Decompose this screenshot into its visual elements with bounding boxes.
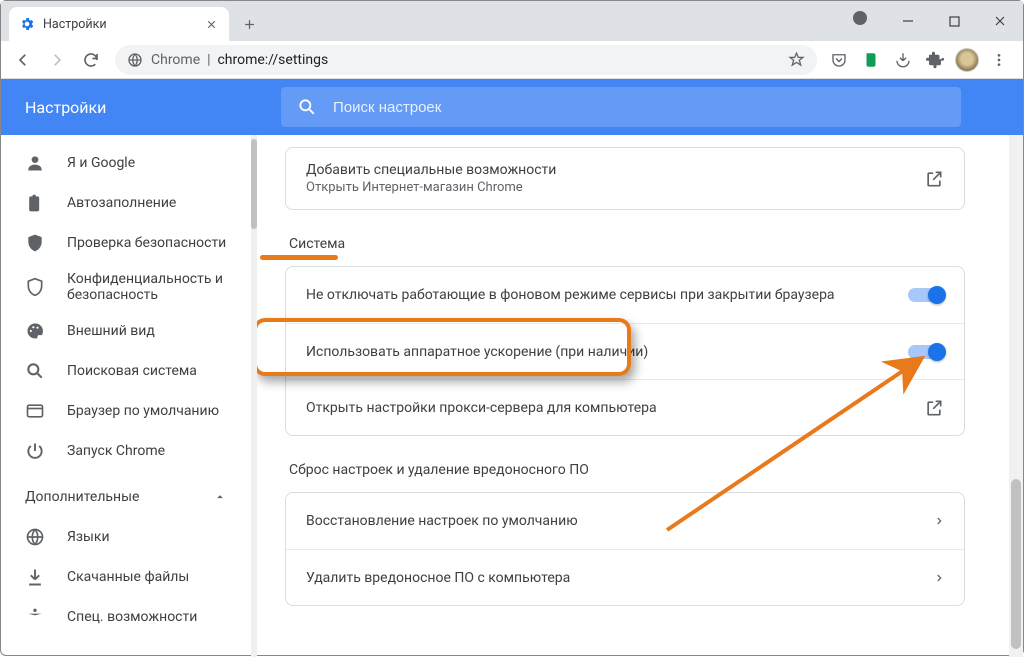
highlight-underline <box>260 255 338 260</box>
window-controls <box>885 1 1023 41</box>
sidebar-advanced-toggle[interactable]: Дополнительные <box>1 477 251 517</box>
sidebar-item-people[interactable]: Я и Google <box>1 143 251 183</box>
sidebar-item-safety[interactable]: Проверка безопасности <box>1 223 251 263</box>
accessibility-icon <box>25 607 45 627</box>
clipboard-icon <box>25 193 45 213</box>
globe-icon <box>25 527 45 547</box>
browser-toolbar: Chrome | chrome://settings <box>1 41 1023 79</box>
window-titlebar: Настройки <box>1 1 1023 41</box>
chrome-menu-button[interactable] <box>985 46 1013 74</box>
person-icon <box>25 153 45 173</box>
sidebar-item-label: Спец. возможности <box>67 609 197 625</box>
settings-main: Добавить специальные возможности Открыть… <box>257 135 1023 657</box>
system-card: Не отключать работающие в фоновом режиме… <box>285 266 965 436</box>
shield-check-icon <box>25 233 45 253</box>
forward-button[interactable] <box>41 44 73 76</box>
evernote-icon[interactable] <box>857 46 885 74</box>
search-input[interactable] <box>333 99 945 116</box>
row-subtitle: Открыть Интернет-магазин Chrome <box>306 180 912 195</box>
sidebar-item-label: Автозаполнение <box>67 195 176 211</box>
download-icon[interactable] <box>889 46 917 74</box>
sidebar-item-downloads[interactable]: Скачанные файлы <box>1 557 251 597</box>
row-label: Использовать аппаратное ускорение (при н… <box>306 344 908 360</box>
site-info-icon[interactable] <box>127 52 143 68</box>
row-label: Не отключать работающие в фоновом режиме… <box>306 287 908 303</box>
sidebar-item-label: Конфиденциальность и безопасность <box>67 271 227 303</box>
open-external-icon <box>924 398 944 418</box>
palette-icon <box>25 321 45 341</box>
reset-card: Восстановление настроек по умолчанию Уда… <box>285 492 965 606</box>
sidebar-item-label: Скачанные файлы <box>67 569 189 585</box>
main-scrollbar[interactable] <box>1009 135 1023 657</box>
back-button[interactable] <box>7 44 39 76</box>
page-title: Настройки <box>1 98 281 117</box>
tab-title: Настройки <box>43 17 203 32</box>
url-text: Chrome | chrome://settings <box>151 52 328 68</box>
sidebar-item-search[interactable]: Поисковая система <box>1 351 251 391</box>
chevron-up-icon <box>213 490 227 504</box>
profile-avatar[interactable] <box>953 46 981 74</box>
shield-icon <box>25 277 45 297</box>
toggle-hardware-acceleration[interactable] <box>908 345 944 359</box>
reset-section-heading: Сброс настроек и удаление вредоносного П… <box>289 462 965 478</box>
row-hardware-acceleration[interactable]: Использовать аппаратное ускорение (при н… <box>286 323 964 379</box>
sidebar-item-accessibility[interactable]: Спец. возможности <box>1 597 251 637</box>
system-section-heading: Система <box>289 236 965 252</box>
settings-header: Настройки <box>1 79 1023 135</box>
sidebar-item-languages[interactable]: Языки <box>1 517 251 557</box>
close-window-button[interactable] <box>977 1 1023 41</box>
row-label: Восстановление настроек по умолчанию <box>306 513 934 529</box>
row-label: Открыть настройки прокси-сервера для ком… <box>306 400 912 416</box>
bookmark-icon[interactable] <box>788 51 805 68</box>
close-tab-icon[interactable] <box>203 16 219 32</box>
sidebar-item-label: Запуск Chrome <box>67 443 165 459</box>
maximize-button[interactable] <box>931 1 977 41</box>
row-add-accessibility[interactable]: Добавить специальные возможности Открыть… <box>286 148 964 209</box>
search-icon <box>297 97 317 117</box>
minimize-button[interactable] <box>885 1 931 41</box>
row-proxy-settings[interactable]: Открыть настройки прокси-сервера для ком… <box>286 379 964 435</box>
chevron-right-icon <box>934 514 944 528</box>
accessibility-card: Добавить специальные возможности Открыть… <box>285 147 965 210</box>
settings-sidebar: Я и Google Автозаполнение Проверка безоп… <box>1 135 251 657</box>
sidebar-item-label: Поисковая система <box>67 363 197 379</box>
open-external-icon <box>924 169 944 189</box>
pocket-icon[interactable] <box>825 46 853 74</box>
chevron-right-icon <box>934 571 944 585</box>
power-icon <box>25 441 45 461</box>
sidebar-item-default-browser[interactable]: Браузер по умолчанию <box>1 391 251 431</box>
reload-button[interactable] <box>75 44 107 76</box>
row-label: Удалить вредоносное ПО с компьютера <box>306 570 934 586</box>
sidebar-item-autofill[interactable]: Автозаполнение <box>1 183 251 223</box>
sidebar-item-label: Проверка безопасности <box>67 235 226 251</box>
sidebar-item-label: Браузер по умолчанию <box>67 403 219 419</box>
row-cleanup-computer[interactable]: Удалить вредоносное ПО с компьютера <box>286 549 964 605</box>
settings-search[interactable] <box>281 87 961 127</box>
toggle-background-apps[interactable] <box>908 288 944 302</box>
sidebar-item-label: Языки <box>67 529 110 545</box>
sidebar-item-startup[interactable]: Запуск Chrome <box>1 431 251 471</box>
download-icon <box>25 567 45 587</box>
sidebar-item-appearance[interactable]: Внешний вид <box>1 311 251 351</box>
address-bar[interactable]: Chrome | chrome://settings <box>115 45 817 75</box>
row-restore-defaults[interactable]: Восстановление настроек по умолчанию <box>286 493 964 549</box>
sidebar-item-label: Внешний вид <box>67 323 155 339</box>
gear-icon <box>19 16 35 32</box>
sidebar-item-privacy[interactable]: Конфиденциальность и безопасность <box>1 263 251 311</box>
sidebar-item-label: Я и Google <box>67 155 135 171</box>
browser-icon <box>25 401 45 421</box>
browser-tab[interactable]: Настройки <box>9 7 229 41</box>
row-title: Добавить специальные возможности <box>306 162 912 178</box>
new-tab-button[interactable] <box>235 10 263 38</box>
search-icon <box>25 361 45 381</box>
sidebar-advanced-label: Дополнительные <box>25 489 139 505</box>
extensions-icon[interactable] <box>921 46 949 74</box>
incognito-indicator-icon <box>853 11 867 25</box>
row-background-apps[interactable]: Не отключать работающие в фоновом режиме… <box>286 267 964 323</box>
